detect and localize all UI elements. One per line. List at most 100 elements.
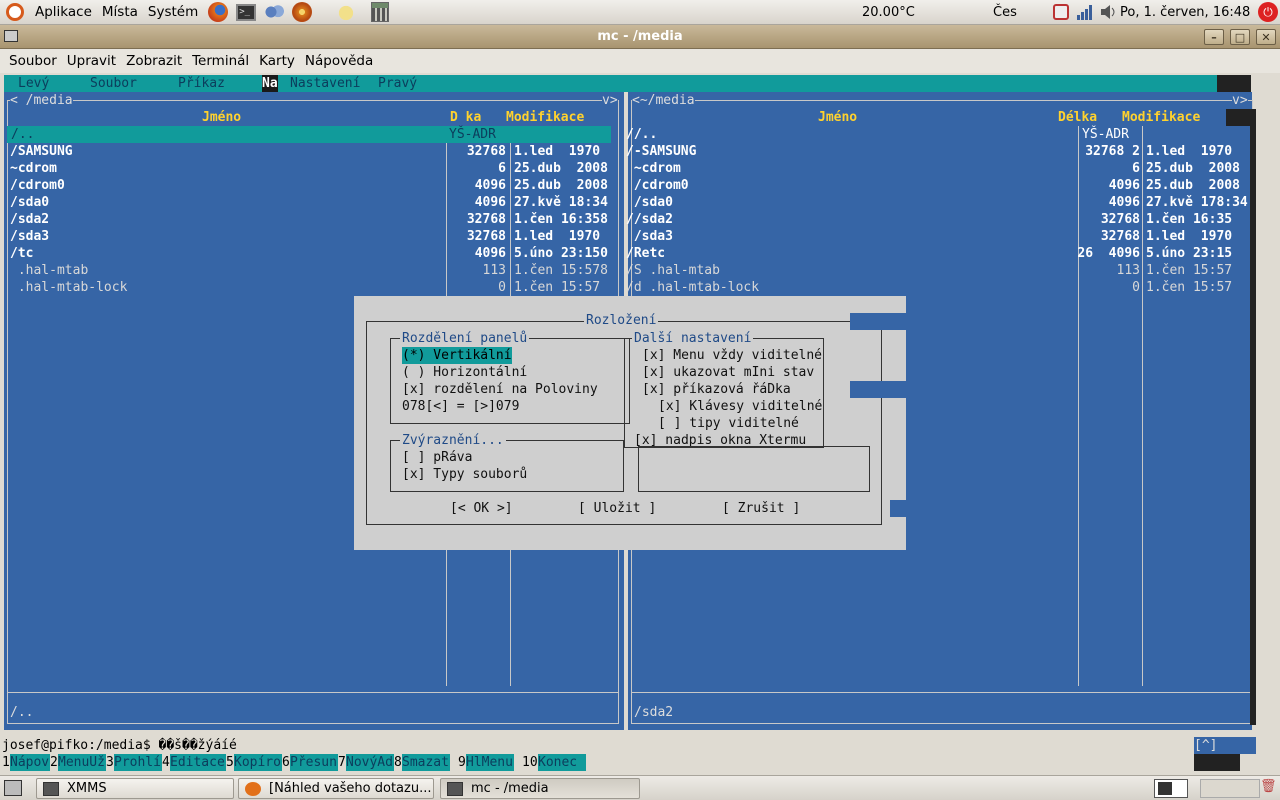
right-updir-name[interactable]: //.. — [626, 126, 657, 143]
checkbox-mini-status[interactable]: [x] ukazovat mIni stav — [642, 364, 814, 381]
fkey-novýad-button[interactable]: NovýAd — [346, 754, 394, 771]
trash-icon[interactable]: 🗑 — [1260, 779, 1278, 798]
sound-juicer-launcher-icon[interactable] — [291, 2, 313, 22]
cancel-button[interactable]: [ Zrušit ] — [722, 500, 800, 517]
right-row-name[interactable]: /Retc — [626, 245, 665, 262]
menu-terminal[interactable]: Terminál — [187, 53, 254, 69]
mc-menu-right[interactable]: Pravý — [378, 75, 417, 92]
subshell-scroll-hint[interactable]: [^] — [1194, 737, 1256, 754]
fkey-menuuž-button[interactable]: MenuUž — [58, 754, 106, 771]
right-row-name[interactable]: /d .hal-mtab-lock — [626, 279, 759, 296]
menu-system[interactable]: Systém — [143, 0, 203, 25]
task-xmms[interactable]: XMMS — [36, 778, 234, 799]
right-header-name[interactable]: Jméno — [818, 109, 857, 126]
left-row-name[interactable]: ~cdrom — [10, 160, 57, 177]
task-firefox[interactable]: [Náhled vašeho dotazu... — [238, 778, 434, 799]
menu-upravit[interactable]: Upravit — [62, 53, 121, 69]
menu-applications[interactable]: Aplikace — [30, 0, 97, 25]
fkey-přesun-button[interactable]: Přesun — [290, 754, 338, 771]
mc-menu-file[interactable]: Soubor — [90, 75, 137, 92]
checkbox-menu-visible[interactable]: [x] Menu vždy viditelné — [642, 347, 822, 364]
mc-menu-left[interactable]: Levý — [18, 75, 49, 92]
close-button[interactable]: ✕ — [1256, 29, 1276, 45]
split-ratio-control[interactable]: 078[<] = [>]079 — [402, 398, 519, 415]
pidgin-launcher-icon[interactable] — [263, 2, 285, 22]
left-row-name[interactable]: /sda3 — [10, 228, 49, 245]
checkbox-command-line[interactable]: [x] příkazová řáDka — [642, 381, 791, 398]
right-panel-history-arrow[interactable]: v> — [1232, 92, 1248, 109]
right-row-name[interactable]: /cdrom0 — [626, 177, 689, 194]
checkbox-split-half[interactable]: [x] rozdělení na Poloviny — [402, 381, 598, 398]
terminal-launcher-icon[interactable]: >_ — [235, 2, 257, 22]
keyboard-layout-indicator[interactable]: Čes — [993, 0, 1017, 25]
workspace-switcher[interactable] — [1154, 779, 1188, 798]
left-row-name[interactable]: /sda0 — [10, 194, 49, 211]
right-row-name[interactable]: /-SAMSUNG — [626, 143, 696, 160]
save-button[interactable]: [ Uložit ] — [578, 500, 656, 517]
workspace-switcher-2[interactable] — [1200, 779, 1260, 798]
right-row-name[interactable]: ~cdrom — [626, 160, 681, 177]
power-icon[interactable]: ⏻ — [1258, 0, 1278, 25]
right-header-size[interactable]: Délka — [1058, 109, 1097, 126]
fkey-konec-button[interactable]: Konec — [538, 754, 586, 771]
firefox-launcher-icon[interactable] — [207, 2, 229, 22]
checkbox-keybar-visible[interactable]: [x] Klávesy viditelné — [658, 398, 822, 415]
update-notifier-icon[interactable] — [1050, 2, 1072, 22]
menu-places[interactable]: Místa — [97, 0, 143, 25]
left-row-name[interactable]: .hal-mtab-lock — [10, 279, 128, 296]
menu-karty[interactable]: Karty — [254, 53, 300, 69]
right-row-name[interactable]: /S .hal-mtab — [626, 262, 720, 279]
fkey-nápov-button[interactable]: Nápov — [10, 754, 50, 771]
maximize-button[interactable]: □ — [1230, 29, 1250, 45]
checkbox-hints-visible[interactable]: [ ] tipy viditelné — [658, 415, 799, 432]
right-row-size: 32768 — [1100, 229, 1140, 244]
mc-menu-options[interactable]: Nastavení — [290, 75, 360, 92]
network-signal-icon[interactable] — [1074, 2, 1096, 22]
checkbox-rights[interactable]: [ ] pRáva — [402, 449, 472, 466]
menu-zobrazit[interactable]: Zobrazit — [121, 53, 187, 69]
show-desktop-icon[interactable] — [4, 780, 22, 796]
cow-applet-icon[interactable] — [335, 2, 358, 22]
ubuntu-menu-icon[interactable] — [0, 0, 30, 25]
task-mc[interactable]: mc - /media — [440, 778, 640, 799]
left-header-name[interactable]: Jméno — [202, 109, 241, 126]
left-row-name[interactable]: /sda2 — [10, 211, 49, 228]
left-header-modified[interactable]: Modifikace — [506, 109, 584, 126]
left-row-name[interactable]: /tc — [10, 245, 33, 262]
left-panel-path[interactable]: < /media — [10, 92, 73, 109]
minimize-button[interactable]: – — [1204, 29, 1224, 45]
left-row-name[interactable]: /cdrom0 — [10, 177, 65, 194]
checkbox-file-types[interactable]: [x] Typy souborů — [402, 466, 527, 483]
mc-menu-command[interactable]: Příkaz — [178, 75, 225, 92]
left-cursor-row[interactable]: /.. YŠ-ADR — [7, 126, 611, 143]
right-header-modified[interactable]: Modifikace — [1122, 109, 1200, 126]
terminal-area[interactable]: Levý Soubor Příkaz Na Nastavení Pravý < … — [0, 73, 1280, 775]
left-row-name[interactable]: /SAMSUNG — [10, 143, 73, 160]
left-panel-history-arrow[interactable]: v> — [602, 92, 618, 109]
fkey-prohlí-button[interactable]: Prohlí — [114, 754, 162, 771]
volume-icon[interactable] — [1098, 2, 1120, 22]
mc-menu-na[interactable]: Na — [262, 75, 278, 92]
clock[interactable]: Po, 1. červen, 16:48 — [1120, 0, 1250, 25]
workspace-1[interactable] — [1158, 782, 1172, 795]
right-panel-path[interactable]: <~/media — [632, 92, 695, 109]
fkey-smazat-button[interactable]: Smazat — [402, 754, 450, 771]
radio-vertical[interactable]: (*) Vertikální — [402, 347, 512, 364]
right-row-name[interactable]: //sda2 — [626, 211, 673, 228]
shell-prompt[interactable]: josef@pifko:/media$ ��š��žýáíé — [2, 737, 237, 754]
right-row-name[interactable]: /sda3 — [626, 228, 673, 245]
ok-button[interactable]: [< OK >] — [450, 500, 513, 517]
left-header-size[interactable]: D ka — [450, 109, 481, 126]
fkey-editace-button[interactable]: Editace — [170, 754, 226, 771]
calculator-launcher-icon[interactable] — [369, 2, 391, 22]
menu-soubor[interactable]: Soubor — [4, 53, 62, 69]
fkey-hlmenu-button[interactable]: HlMenu — [466, 754, 514, 771]
radio-horizontal[interactable]: ( ) Horizontální — [402, 364, 527, 381]
window-menu-icon[interactable] — [4, 30, 18, 42]
right-row-name[interactable]: /sda0 — [626, 194, 673, 211]
layout-dialog[interactable]: Rozložení Rozdělení panelů (*) Vertikáln… — [354, 296, 906, 550]
window-title-bar[interactable]: mc - /media – □ ✕ — [0, 25, 1280, 49]
fkey-kopíro-button[interactable]: Kopíro — [234, 754, 282, 771]
left-row-name[interactable]: .hal-mtab — [10, 262, 88, 279]
menu-napoveda[interactable]: Nápověda — [300, 53, 378, 69]
